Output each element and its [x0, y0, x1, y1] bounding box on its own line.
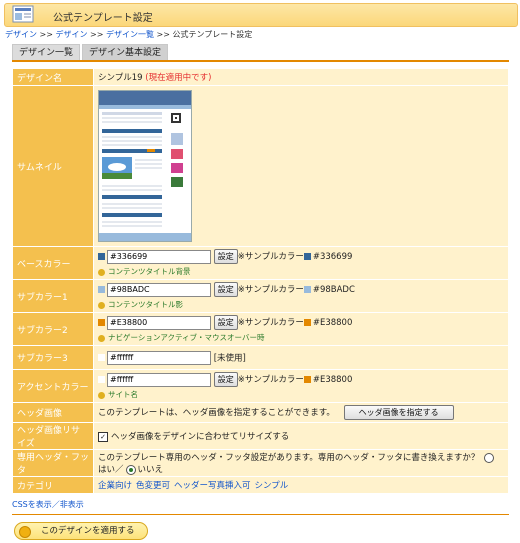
sample-color-label: ※サンプルカラー [237, 252, 304, 262]
category-tag[interactable]: 色変更可 [136, 481, 170, 491]
row-sub-color-2: サブカラー2 #E38800 設定 ※サンプルカラー #E38800 ナビゲーション… [12, 312, 509, 346]
sample-color-swatch [303, 376, 311, 383]
lightbulb-icon [98, 301, 105, 309]
sample-color-value: #336699 [312, 252, 353, 262]
header-image-description: このテンプレートは、ヘッダ画像を指定することができます。 [98, 408, 335, 418]
design-name-value: シンプル19 [98, 73, 143, 83]
color-usage-hint: コンテンツタイトル背景 [108, 267, 191, 276]
radio-no[interactable] [125, 464, 136, 475]
page-title: 公式テンプレート設定 [53, 13, 153, 24]
specify-header-image-button[interactable]: ヘッダ画像を指定する [343, 405, 454, 420]
color-swatch [98, 253, 105, 260]
sample-color-value: #E38800 [312, 375, 353, 385]
lightbulb-icon [98, 334, 105, 342]
sample-color-value: #E38800 [312, 318, 353, 328]
page-header: 公式テンプレート設定 [4, 3, 518, 27]
breadcrumb-separator: >> [39, 30, 53, 39]
breadcrumb-link-design-1[interactable]: デザイン [5, 30, 37, 39]
sub-color-2-set-button[interactable]: 設定 [213, 315, 238, 330]
row-label: アクセントカラー [12, 369, 94, 403]
breadcrumb-link-design-2[interactable]: デザイン [56, 30, 88, 39]
row-label: デザイン名 [12, 68, 94, 86]
breadcrumb-link-design-list[interactable]: デザイン一覧 [106, 30, 154, 39]
sample-color-label: ※サンプルカラー [237, 285, 304, 295]
breadcrumb-current: 公式テンプレート設定 [172, 30, 253, 39]
row-header-image: ヘッダ画像 このテンプレートは、ヘッダ画像を指定することができます。 ヘッダ画像… [12, 402, 509, 423]
custom-header-question: このテンプレート専用のヘッダ・フッタ設定があります。専用のヘッダ・フッタに書き換… [98, 453, 480, 463]
unused-note: [未使用] [213, 353, 246, 363]
sample-color-swatch [303, 319, 311, 326]
base-color-input[interactable]: #336699 [107, 249, 211, 264]
sub-color-1-set-button[interactable]: 設定 [213, 282, 238, 297]
row-label: カテゴリ [12, 476, 94, 494]
lightbulb-icon [98, 268, 105, 276]
category-tag[interactable]: 企業向け [98, 481, 132, 491]
tab-bar: デザイン一覧 デザイン基本設定 [12, 44, 170, 61]
row-label: サブカラー2 [12, 312, 94, 346]
breadcrumb-separator: >> [90, 30, 104, 39]
row-header-resize: ヘッダ画像リサイズ ✓ ヘッダ画像をデザインに合わせてリサイズする [12, 422, 509, 450]
css-toggle-link[interactable]: CSSを表示／非表示 [12, 499, 84, 510]
accent-color-input[interactable]: #ffffff [107, 372, 211, 387]
template-icon [12, 5, 34, 23]
row-sub-color-3: サブカラー3 #ffffff [未使用] [12, 345, 509, 370]
resize-checkbox-label: ヘッダ画像をデザインに合わせてリサイズする [111, 432, 290, 442]
breadcrumb-separator: >> [156, 30, 170, 39]
color-swatch [98, 319, 105, 326]
resize-checkbox[interactable]: ✓ [98, 431, 108, 442]
sample-color-label: ※サンプルカラー [237, 318, 304, 328]
radio-yes[interactable] [484, 452, 495, 463]
category-tag[interactable]: シンプル [255, 481, 289, 491]
radio-separator: ／ [115, 465, 124, 475]
row-label: ベースカラー [12, 246, 94, 280]
lightbulb-icon [98, 391, 105, 399]
color-swatch [98, 286, 105, 293]
row-label: 専用ヘッダ・フッタ [12, 449, 94, 477]
color-usage-hint: サイト名 [108, 390, 138, 399]
sub-color-3-input[interactable]: #ffffff [107, 350, 211, 365]
circle-icon [19, 526, 31, 538]
settings-table: デザイン名 シンプル19 (現在適用中です) サムネイル ベースカラー #336… [12, 68, 509, 494]
row-sub-color-1: サブカラー1 #98BADC 設定 ※サンプルカラー #98BADC コンテンツタイ… [12, 279, 509, 313]
radio-yes-label: はい [98, 465, 116, 475]
sample-color-swatch [303, 253, 311, 260]
row-category: カテゴリ 企業向け 色変更可 ヘッダー写真挿入可 シンプル [12, 476, 509, 494]
sample-color-value: #98BADC [312, 285, 355, 295]
tab-underline [12, 60, 509, 62]
row-label: サブカラー1 [12, 279, 94, 313]
row-custom-header-footer: 専用ヘッダ・フッタ このテンプレート専用のヘッダ・フッタ設定があります。専用のヘ… [12, 449, 509, 477]
template-thumbnail-image [98, 90, 192, 242]
base-color-set-button[interactable]: 設定 [213, 249, 238, 264]
sub-color-2-input[interactable]: #E38800 [107, 315, 211, 330]
tab-design-basic-settings[interactable]: デザイン基本設定 [82, 44, 169, 61]
row-accent-color: アクセントカラー #ffffff 設定 ※サンプルカラー #E38800 サイト名 [12, 369, 509, 403]
row-label: サムネイル [12, 85, 94, 247]
row-label: サブカラー3 [12, 345, 94, 370]
breadcrumb: デザイン >> デザイン >> デザイン一覧 >> 公式テンプレート設定 [5, 29, 252, 40]
apply-design-button-label: このデザインを適用する [41, 526, 135, 536]
color-usage-hint: ナビゲーションアクティブ・マウスオーバー時 [108, 333, 265, 342]
tab-design-list[interactable]: デザイン一覧 [12, 44, 81, 61]
row-label: ヘッダ画像 [12, 402, 94, 423]
row-label: ヘッダ画像リサイズ [12, 422, 94, 450]
bottom-divider [12, 514, 509, 515]
sample-color-label: ※サンプルカラー [237, 375, 304, 385]
accent-color-set-button[interactable]: 設定 [213, 372, 238, 387]
row-design-name: デザイン名 シンプル19 (現在適用中です) [12, 68, 509, 86]
sub-color-1-input[interactable]: #98BADC [107, 282, 211, 297]
radio-no-label: いいえ [137, 465, 164, 475]
color-usage-hint: コンテンツタイトル影 [108, 300, 183, 309]
row-thumbnail: サムネイル [12, 85, 509, 247]
current-status-flag: (現在適用中です) [145, 73, 212, 83]
apply-design-button[interactable]: このデザインを適用する [14, 522, 148, 540]
color-swatch [98, 376, 105, 383]
sample-color-swatch [303, 286, 311, 293]
row-base-color: ベースカラー #336699 設定 ※サンプルカラー #336699 コンテンツタイ… [12, 246, 509, 280]
color-swatch [98, 354, 105, 361]
category-tag[interactable]: ヘッダー写真挿入可 [174, 481, 251, 491]
